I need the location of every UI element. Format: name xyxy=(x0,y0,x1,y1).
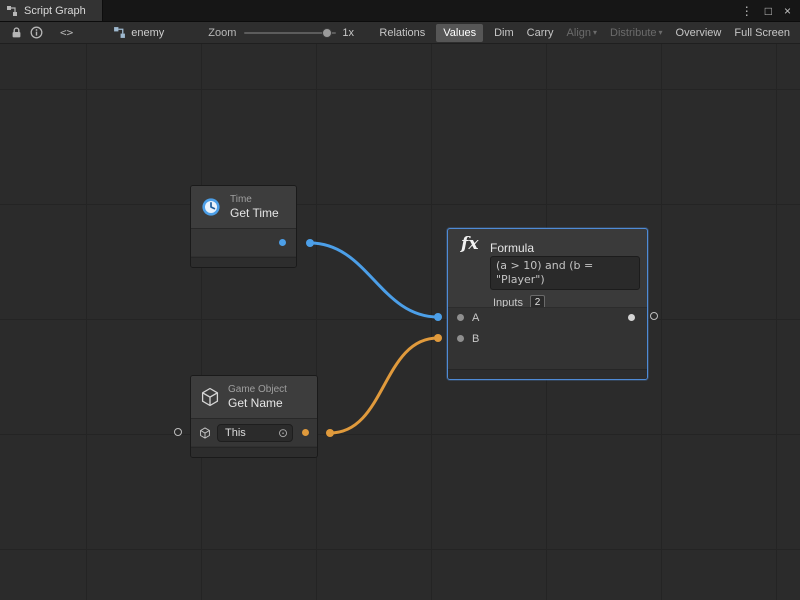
target-object-field[interactable]: This ⊙ xyxy=(217,424,293,442)
node-category: Game Object xyxy=(228,384,287,396)
node-get-time-ports xyxy=(191,229,296,256)
zoom-label: Zoom xyxy=(208,27,236,39)
graph-asset-icon xyxy=(113,26,126,39)
node-get-name[interactable]: Game Object Get Name This ⊙ xyxy=(190,375,318,458)
cube-icon xyxy=(200,387,220,407)
wire-end-dot[interactable] xyxy=(434,313,442,321)
formula-fx-icon: fx xyxy=(461,234,478,254)
input-port-a[interactable] xyxy=(457,314,464,321)
info-icon[interactable] xyxy=(26,24,46,42)
node-footer xyxy=(448,369,647,379)
toolbar-button-dim[interactable]: Dim xyxy=(492,24,516,42)
wire-end-dot[interactable] xyxy=(434,334,442,342)
port-label-b: B xyxy=(472,333,479,345)
wire-start-dot[interactable] xyxy=(326,429,334,437)
output-port-time-value[interactable] xyxy=(279,239,286,246)
graph-canvas[interactable]: Time Get Time fx Formula (a > 10) and (b… xyxy=(0,44,800,600)
zoom-value: 1x xyxy=(342,27,354,39)
wire-getname-to-formula-b[interactable] xyxy=(330,338,438,433)
close-icon[interactable]: × xyxy=(784,5,791,17)
toolbar-button-overview[interactable]: Overview xyxy=(674,24,724,42)
input-port-b[interactable] xyxy=(457,335,464,342)
node-title: Get Name xyxy=(228,396,287,410)
clock-icon xyxy=(200,196,222,218)
tab-title: Script Graph xyxy=(24,5,86,17)
window-titlebar: Script Graph ⋮ □ × xyxy=(0,0,800,22)
toolbar-button-fullscreen[interactable]: Full Screen xyxy=(732,24,792,42)
node-get-time[interactable]: Time Get Time xyxy=(190,185,297,268)
output-port-ring[interactable] xyxy=(650,312,658,320)
zoom-slider-thumb[interactable] xyxy=(322,28,332,38)
script-graph-window: Script Graph ⋮ □ × <> xyxy=(0,0,800,600)
node-get-time-header[interactable]: Time Get Time xyxy=(191,186,296,229)
node-category: Time xyxy=(230,194,279,206)
graph-name-label: enemy xyxy=(131,27,164,39)
edit-code-icon[interactable]: <> xyxy=(60,26,73,39)
zoom-slider[interactable] xyxy=(244,22,336,44)
maximize-icon[interactable]: □ xyxy=(765,5,772,17)
wire-time-to-formula-a[interactable] xyxy=(310,243,438,317)
node-get-name-header[interactable]: Game Object Get Name xyxy=(191,376,317,419)
output-port-result[interactable] xyxy=(628,314,635,321)
graph-toolbar: <> enemy Zoom 1x Relations Values Dim Ca… xyxy=(0,22,800,44)
chevron-down-icon: ▾ xyxy=(593,28,597,37)
object-picker-icon[interactable]: ⊙ xyxy=(278,427,288,439)
node-footer xyxy=(191,257,296,267)
graph-asset-reference[interactable]: enemy xyxy=(113,26,164,39)
toolbar-button-relations[interactable]: Relations xyxy=(377,24,427,42)
port-label-a: A xyxy=(472,312,479,324)
window-controls: ⋮ □ × xyxy=(741,0,800,21)
wires-layer xyxy=(0,44,800,600)
node-footer xyxy=(191,447,317,457)
toolbar-button-values[interactable]: Values xyxy=(436,24,483,42)
node-title: Formula xyxy=(490,241,534,255)
toolbar-button-align[interactable]: Align▾ xyxy=(565,24,599,42)
cube-icon-small xyxy=(199,427,211,439)
wire-start-dot[interactable] xyxy=(306,239,314,247)
formula-expression-input[interactable]: (a > 10) and (b = "Player") xyxy=(490,256,640,290)
target-object-value: This xyxy=(225,427,246,439)
window-menu-icon[interactable]: ⋮ xyxy=(741,5,753,17)
script-graph-icon xyxy=(6,5,18,17)
input-port-ring-target[interactable] xyxy=(174,428,182,436)
toolbar-buttons: Relations Values Dim Carry Align▾ Distri… xyxy=(377,24,794,42)
toolbar-button-distribute[interactable]: Distribute▾ xyxy=(608,24,664,42)
chevron-down-icon: ▾ xyxy=(659,28,663,37)
lock-icon[interactable] xyxy=(6,24,26,42)
node-title: Get Time xyxy=(230,206,279,220)
node-get-name-ports: This ⊙ xyxy=(191,419,317,446)
tab-script-graph[interactable]: Script Graph xyxy=(0,0,103,21)
output-port-name[interactable] xyxy=(302,429,309,436)
node-formula[interactable]: fx Formula (a > 10) and (b = "Player") I… xyxy=(447,228,648,380)
toolbar-button-carry[interactable]: Carry xyxy=(525,24,556,42)
